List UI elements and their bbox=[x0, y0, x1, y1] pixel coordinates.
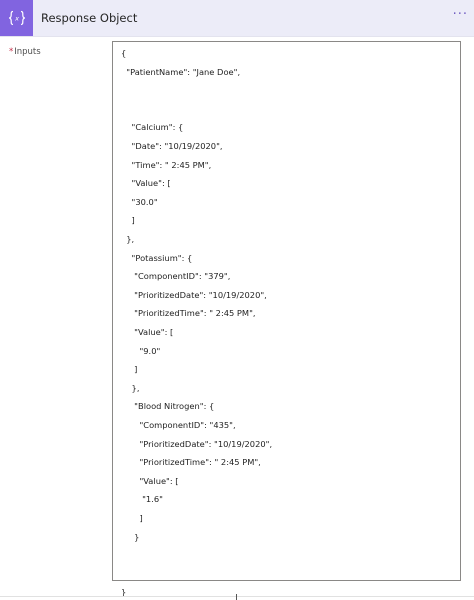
code-line: "Time": " 2:45 PM", bbox=[121, 159, 212, 170]
divider bbox=[0, 596, 474, 597]
code-line: "PrioritizedDate": "10/19/2020", bbox=[121, 438, 273, 449]
code-line: ] bbox=[121, 215, 135, 226]
code-line: "Potassium": { bbox=[121, 252, 193, 263]
code-line: "Date": "10/19/2020", bbox=[121, 141, 223, 151]
inputs-label-text: Inputs bbox=[14, 47, 41, 57]
required-marker: * bbox=[9, 47, 14, 57]
code-line: }, bbox=[121, 234, 135, 244]
action-header[interactable]: x Response Object ··· bbox=[0, 0, 474, 37]
code-line: "1.6" bbox=[121, 494, 163, 505]
more-options-button[interactable]: ··· bbox=[453, 0, 468, 36]
code-line: } bbox=[121, 531, 140, 542]
code-line: ] bbox=[121, 513, 143, 523]
code-line: "30.0" bbox=[121, 196, 158, 207]
code-line: "9.0" bbox=[121, 345, 161, 356]
code-line: "PatientName": "Jane Doe", bbox=[121, 66, 241, 77]
code-line: "Calcium": { bbox=[121, 122, 184, 133]
inputs-label: *Inputs bbox=[9, 47, 41, 57]
code-line: { bbox=[121, 48, 127, 58]
code-line: }, bbox=[121, 382, 140, 393]
code-line: "Blood Nitrogen": { bbox=[121, 401, 215, 412]
curly-braces-expression-icon: x bbox=[0, 0, 33, 36]
code-line: "Value": [ bbox=[121, 475, 179, 486]
code-line: "ComponentID": "379", bbox=[121, 271, 231, 282]
code-line: "PrioritizedDate": "10/19/2020", bbox=[121, 289, 267, 300]
code-line: "PrioritizedTime": " 2:45 PM", bbox=[121, 308, 256, 319]
code-line: "ComponentID": "435", bbox=[121, 420, 236, 430]
code-line: "PrioritizedTime": " 2:45 PM", bbox=[121, 457, 261, 468]
code-line: "Value": [ bbox=[121, 327, 174, 337]
insert-step-connector bbox=[236, 594, 237, 600]
code-line: "Value": [ bbox=[121, 178, 171, 189]
code-line: ] bbox=[121, 364, 138, 375]
action-title: Response Object bbox=[41, 11, 138, 25]
inputs-code-editor[interactable]: { "PatientName": "Jane Doe", "Calcium": … bbox=[112, 41, 461, 597]
svg-text:x: x bbox=[14, 15, 19, 23]
